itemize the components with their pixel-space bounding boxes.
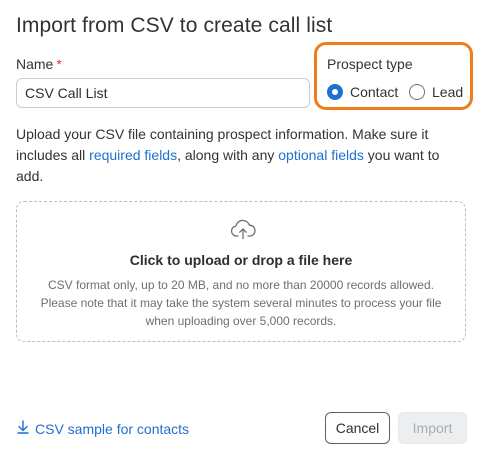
radio-contact-label: Contact xyxy=(350,84,399,100)
name-field-label: Name * xyxy=(16,56,62,72)
cloud-upload-icon xyxy=(230,219,256,246)
download-icon xyxy=(17,420,35,437)
radio-lead-indicator[interactable] xyxy=(409,84,425,100)
name-label-text: Name xyxy=(16,56,54,72)
name-input[interactable] xyxy=(16,78,310,108)
csv-sample-link-label[interactable]: CSV sample for contacts xyxy=(35,421,189,437)
dropzone-hint: CSV format only, up to 20 MB, and no mor… xyxy=(40,278,442,328)
radio-contact[interactable]: Contact xyxy=(327,84,398,100)
import-button[interactable]: Import xyxy=(398,412,467,444)
radio-lead[interactable]: Lead xyxy=(409,84,463,100)
upload-description: Upload your CSV file containing prospect… xyxy=(16,124,466,187)
radio-lead-label: Lead xyxy=(432,84,464,100)
prospect-type-label: Prospect type xyxy=(327,56,413,72)
optional-fields-link[interactable]: optional fields xyxy=(278,147,364,163)
dropzone-title: Click to upload or drop a file here xyxy=(129,252,353,268)
file-dropzone[interactable]: Click to upload or drop a file here CSV … xyxy=(16,201,466,342)
required-asterisk: * xyxy=(56,56,62,72)
radio-contact-indicator[interactable] xyxy=(327,84,343,100)
csv-sample-link[interactable]: CSV sample for contacts xyxy=(17,420,189,437)
required-fields-link[interactable]: required fields xyxy=(89,147,177,163)
cancel-button[interactable]: Cancel xyxy=(325,412,390,444)
desc-part-2: , along with any xyxy=(177,147,279,163)
dialog-title: Import from CSV to create call list xyxy=(16,14,333,37)
